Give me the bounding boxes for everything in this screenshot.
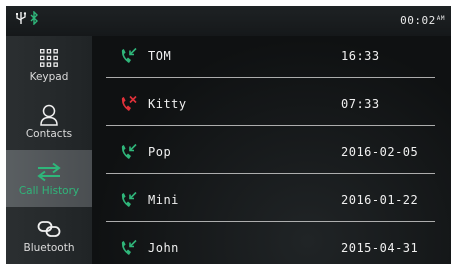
- keypad-icon: [39, 47, 59, 69]
- bluetooth-link-icon: [37, 218, 61, 240]
- call-row[interactable]: John 2015-04-31: [106, 228, 435, 264]
- clock-time: 00:02: [400, 14, 436, 27]
- caller-name: TOM: [148, 49, 172, 63]
- usb-icon: [16, 12, 26, 24]
- caller-name: Pop: [148, 145, 172, 159]
- sidebar-item-label: Keypad: [29, 70, 69, 83]
- call-time: 07:33: [341, 97, 380, 111]
- call-time: 16:33: [341, 49, 380, 63]
- status-icons: [16, 11, 39, 25]
- sidebar-item-call-history[interactable]: Call History: [6, 150, 92, 207]
- phone-screen: 00:02AM Keypad Contacts Call History Blu…: [6, 6, 451, 264]
- call-row[interactable]: Mini 2016-01-22: [106, 180, 435, 222]
- missed-call-icon: [120, 95, 138, 117]
- sidebar-item-bluetooth[interactable]: Bluetooth: [6, 207, 92, 264]
- sidebar-item-label: Call History: [18, 184, 80, 197]
- clock-ampm: AM: [436, 15, 445, 22]
- row-divider: [106, 125, 435, 126]
- call-row[interactable]: TOM 16:33: [106, 36, 435, 78]
- received-call-icon: [120, 239, 138, 261]
- sidebar-item-label: Bluetooth: [23, 241, 75, 254]
- call-row[interactable]: Pop 2016-02-05: [106, 132, 435, 174]
- received-call-icon: [120, 191, 138, 213]
- row-divider: [106, 173, 435, 174]
- sidebar-item-label: Contacts: [25, 127, 73, 140]
- received-call-icon: [120, 143, 138, 165]
- row-divider: [106, 221, 435, 222]
- status-clock: 00:02AM: [400, 14, 445, 27]
- bluetooth-icon: [30, 11, 38, 25]
- contacts-icon: [39, 104, 59, 126]
- caller-name: Mini: [148, 193, 179, 207]
- call-time: 2016-02-05: [341, 145, 419, 159]
- row-divider: [106, 77, 435, 78]
- sidebar-item-contacts[interactable]: Contacts: [6, 93, 92, 150]
- call-history-list: TOM 16:33 Kitty 07:33 Pop 2016-02-05 Min…: [92, 36, 451, 264]
- call-time: 2015-04-31: [341, 241, 419, 255]
- sidebar-item-keypad[interactable]: Keypad: [6, 36, 92, 93]
- caller-name: John: [148, 241, 179, 255]
- received-call-icon: [120, 47, 138, 69]
- call-history-icon: [36, 161, 62, 183]
- call-time: 2016-01-22: [341, 193, 419, 207]
- status-bar: 00:02AM: [6, 6, 451, 36]
- sidebar: Keypad Contacts Call History Bluetooth: [6, 36, 92, 264]
- caller-name: Kitty: [148, 97, 187, 111]
- call-row[interactable]: Kitty 07:33: [106, 84, 435, 126]
